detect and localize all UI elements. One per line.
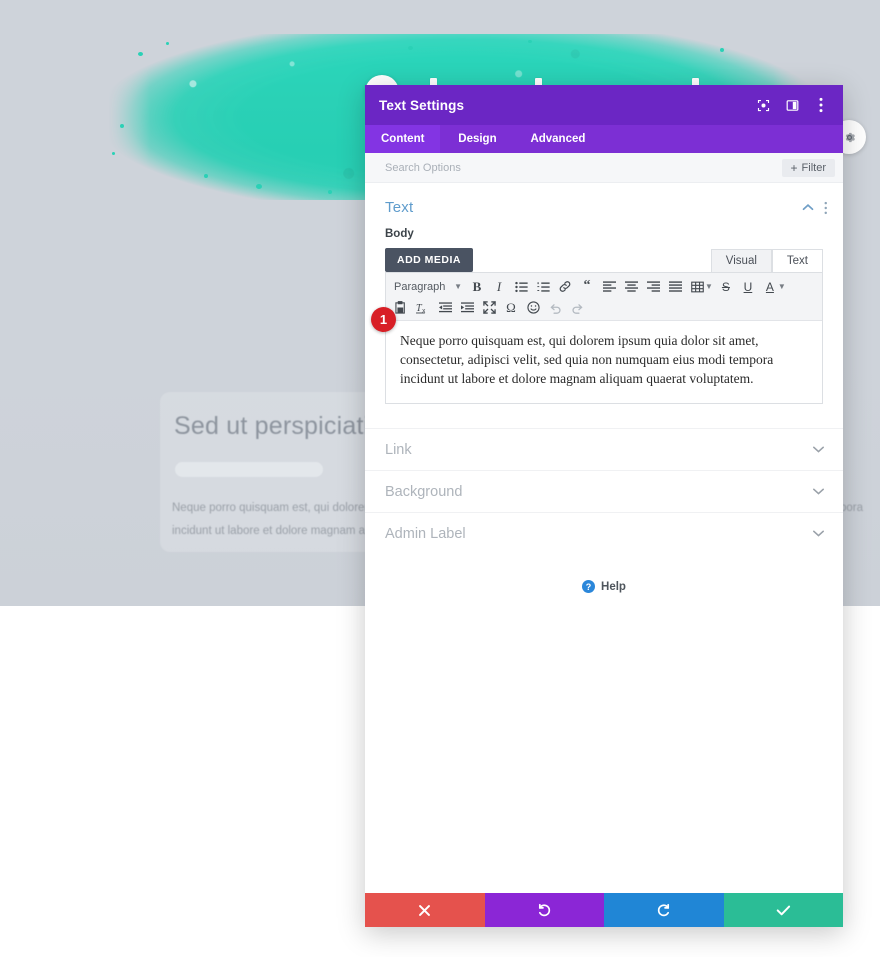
align-right-icon[interactable] — [642, 276, 664, 297]
accordion-label: Admin Label — [385, 525, 466, 542]
tinymce-editor: Paragraph ▼ B I “ ▼ S U A ▼ T x Ω Neque … — [385, 272, 823, 404]
tab-text[interactable]: Text — [771, 249, 823, 272]
background-divider-bar — [175, 462, 323, 477]
tab-content[interactable]: Content — [365, 125, 441, 153]
format-select[interactable]: Paragraph ▼ — [390, 276, 466, 297]
page-root: Sed ut perspiciatis un Neque porro quisq… — [0, 0, 880, 957]
chevron-down-icon[interactable]: ▼ — [778, 282, 786, 291]
help-icon: ? — [582, 580, 596, 593]
plus-icon: + — [790, 160, 798, 175]
tab-design[interactable]: Design — [440, 125, 514, 153]
fullscreen-icon[interactable] — [478, 297, 500, 318]
modal-title: Text Settings — [379, 97, 465, 113]
filter-label: Filter — [801, 161, 826, 174]
italic-icon[interactable]: I — [488, 276, 510, 297]
editor-top-row: ADD MEDIA Visual Text — [385, 248, 823, 272]
chevron-down-icon[interactable]: ▼ — [705, 282, 713, 291]
editor-toolbar-row-2: T x Ω — [390, 297, 818, 318]
text-settings-modal: Text Settings Content Design Advanced Se… — [365, 85, 843, 927]
redo-icon[interactable] — [566, 297, 588, 318]
accordion-link[interactable]: Link — [365, 428, 843, 470]
strikethrough-icon[interactable]: S — [715, 276, 737, 297]
section-title: Text — [385, 199, 414, 216]
step-number-badge: 1 — [371, 307, 396, 332]
discard-button[interactable] — [365, 893, 485, 927]
add-media-button[interactable]: ADD MEDIA — [385, 248, 473, 272]
indent-icon[interactable] — [456, 297, 478, 318]
editor-toolbar: Paragraph ▼ B I “ ▼ S U A ▼ T x Ω — [386, 273, 822, 321]
chevron-down-icon — [812, 445, 825, 454]
help-label: Help — [601, 580, 626, 593]
outdent-icon[interactable] — [434, 297, 456, 318]
format-select-value: Paragraph — [394, 280, 446, 293]
modal-tabs: Content Design Advanced — [365, 125, 843, 153]
gear-icon — [845, 132, 855, 142]
editor-mode-tabs: Visual Text — [710, 249, 823, 272]
undo-icon[interactable] — [544, 297, 566, 318]
modal-header: Text Settings — [365, 85, 843, 125]
accordion-label: Background — [385, 483, 463, 500]
align-justify-icon[interactable] — [664, 276, 686, 297]
accordion-label: Link — [385, 441, 412, 458]
modal-body: Text Body ADD MEDIA Visual Text Paragrap… — [365, 183, 843, 893]
chevron-up-icon[interactable] — [802, 203, 814, 212]
bulleted-list-icon[interactable] — [510, 276, 532, 297]
content-editor: ADD MEDIA Visual Text Paragraph ▼ B I “ … — [365, 240, 843, 404]
modal-header-actions — [755, 97, 829, 113]
editor-content[interactable]: Neque porro quisquam est, qui dolorem ip… — [386, 321, 822, 403]
modal-footer — [365, 893, 843, 927]
blockquote-icon[interactable]: “ — [576, 276, 598, 297]
help-link[interactable]: ? Help — [365, 554, 843, 593]
search-input[interactable] — [383, 160, 782, 175]
align-left-icon[interactable] — [598, 276, 620, 297]
chevron-down-icon: ▼ — [454, 282, 462, 291]
undo-button[interactable] — [484, 893, 604, 927]
filter-button[interactable]: + Filter — [781, 158, 835, 177]
search-row: + Filter — [365, 153, 843, 183]
clear-formatting-icon[interactable]: T x — [412, 297, 434, 318]
accordion-admin-label[interactable]: Admin Label — [365, 512, 843, 554]
special-character-icon[interactable]: Ω — [500, 297, 522, 318]
tab-visual[interactable]: Visual — [710, 249, 772, 272]
accordion-background[interactable]: Background — [365, 470, 843, 512]
chevron-down-icon — [812, 529, 825, 538]
numbered-list-icon[interactable] — [532, 276, 554, 297]
underline-icon[interactable]: U — [737, 276, 759, 297]
section-header-text: Text — [365, 183, 843, 222]
emoji-icon[interactable] — [522, 297, 544, 318]
redo-button[interactable] — [604, 893, 724, 927]
bold-icon[interactable]: B — [466, 276, 488, 297]
align-center-icon[interactable] — [620, 276, 642, 297]
more-options-icon[interactable] — [824, 201, 828, 215]
more-options-icon[interactable] — [813, 97, 829, 113]
editor-toolbar-row-1: Paragraph ▼ B I “ ▼ S U A ▼ — [390, 276, 818, 297]
field-label-body: Body — [385, 228, 414, 240]
link-icon[interactable] — [554, 276, 576, 297]
tab-advanced[interactable]: Advanced — [514, 125, 601, 153]
chevron-down-icon — [812, 487, 825, 496]
preview-icon[interactable] — [755, 97, 771, 113]
layout-toggle-icon[interactable] — [784, 97, 800, 113]
save-button[interactable] — [723, 893, 843, 927]
